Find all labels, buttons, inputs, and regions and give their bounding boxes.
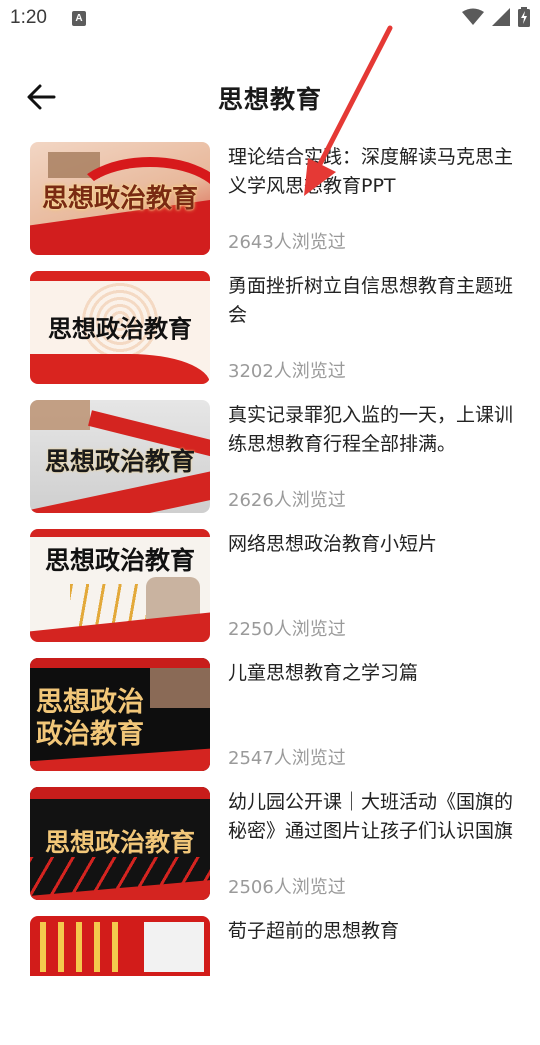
a-notification-icon: A [72, 11, 86, 26]
item-title: 网络思想政治教育小短片 [228, 533, 438, 555]
battery-charging-icon [518, 7, 530, 27]
list-item[interactable]: 思想政治教育 勇面挫折树立自信思想教育主题班会 3202人浏览过 [0, 271, 540, 400]
thumbnail-image: 思想政治教育 [30, 787, 210, 900]
list-item[interactable]: 思想政治教育 理论结合实践：深度解读马克思主义学风思想教育PPT 2643人浏览… [0, 142, 540, 271]
top-app-bar: 思想教育 [0, 70, 540, 126]
view-count: 2250人浏览过 [228, 619, 346, 640]
item-title: 荀子超前的思想教育 [228, 920, 400, 942]
signal-icon [492, 8, 510, 26]
wifi-icon [462, 8, 484, 25]
thumbnail-image: 思想政治教育 [30, 271, 210, 384]
thumbnail-caption: 思想政治教育 [44, 828, 195, 857]
thumbnail-image: 思想政治教育 [30, 400, 210, 513]
thumbnail-caption: 政治教育 [36, 719, 144, 750]
list-item[interactable]: 思想政治教育 真实记录罪犯入监的一天，上课训练思想教育行程全部排满。 2626人… [0, 400, 540, 529]
thumbnail-caption: 思想政治教育 [44, 447, 195, 476]
thumbnail-image: 思想政治教育 [30, 142, 210, 255]
view-count: 2626人浏览过 [228, 490, 346, 511]
list-item[interactable]: 思想政治教育 网络思想政治教育小短片 2250人浏览过 [0, 529, 540, 658]
status-time: 1:20 [10, 7, 47, 28]
item-title: 幼儿园公开课｜大班活动《国旗的秘密》通过图片让孩子们认识国旗 [228, 791, 514, 842]
view-count: 2643人浏览过 [228, 232, 346, 253]
item-title: 真实记录罪犯入监的一天，上课训练思想教育行程全部排满。 [228, 404, 514, 455]
article-list: 思想政治教育 理论结合实践：深度解读马克思主义学风思想教育PPT 2643人浏览… [0, 142, 540, 1045]
item-title: 儿童思想教育之学习篇 [228, 662, 419, 684]
page-title: 思想教育 [217, 85, 322, 114]
annotation-arrow-icon [304, 25, 393, 196]
list-item[interactable]: 思想政治 政治教育 儿童思想教育之学习篇 2547人浏览过 [0, 658, 540, 787]
thumbnail-caption: 思想政治教育 [48, 314, 192, 343]
thumbnail-image: 思想政治教育 [30, 529, 210, 642]
thumbnail-caption: 思想政治教育 [41, 184, 198, 214]
list-item[interactable]: 荀子超前的思想教育 [0, 916, 540, 1045]
view-count: 2506人浏览过 [228, 877, 346, 898]
list-item[interactable]: 思想政治教育 幼儿园公开课｜大班活动《国旗的秘密》通过图片让孩子们认识国旗 25… [0, 787, 540, 916]
item-title: 勇面挫折树立自信思想教育主题班会 [228, 275, 514, 326]
thumbnail-caption: 思想政治教育 [44, 546, 195, 575]
status-bar: 1:20 A [0, 0, 540, 38]
thumbnail-image [30, 916, 210, 976]
status-icons [462, 7, 530, 27]
thumbnail-image: 思想政治 政治教育 [30, 658, 210, 771]
view-count: 2547人浏览过 [228, 748, 346, 769]
view-count: 3202人浏览过 [228, 361, 346, 382]
